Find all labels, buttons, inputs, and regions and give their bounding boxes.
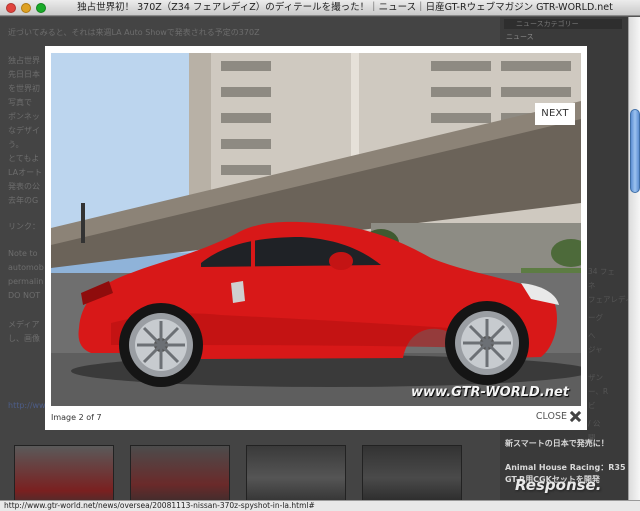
lightbox-photo[interactable]: NEXT www.GTR-WORLD.net [51,53,581,406]
window-zoom-button[interactable] [36,3,46,13]
article-line: DO NOT [8,291,41,300]
thumbnail[interactable] [362,445,462,500]
window-minimize-button[interactable] [21,3,31,13]
article-line: automob [8,263,44,272]
photo-watermark: www.GTR-WORLD.net [411,385,569,400]
article-line: を世界初 [8,84,40,93]
article-line: 去年のG [8,196,39,205]
article-line: ポンネッ [8,112,40,121]
sidebar-header: ニュースカテゴリー [504,19,622,29]
image-counter: Image 2 of 7 [51,413,102,422]
article-line: 先日日本 [8,70,40,79]
lightbox-dialog: NEXT www.GTR-WORLD.net Image 2 of 7 CLOS… [45,46,587,430]
article-line: なデザイ [8,126,40,135]
article-line: permalin [8,277,44,286]
sidebar-item[interactable]: ザン [588,372,603,383]
car-photo-illustration [51,53,581,406]
sidebar-item-highlight[interactable]: 新スマートの日本で発売に！ [505,438,609,449]
sidebar-item[interactable]: ビ [588,400,596,411]
article-line: う。 [8,140,24,149]
sidebar-item[interactable]: フェアレディ [588,294,632,305]
sidebar-item[interactable]: ーグ [588,312,603,323]
article-line: LAオート [8,168,43,177]
article-line: とてもよ [8,154,40,163]
article-line: Note to [8,249,38,258]
article-line: し、画像 [8,334,40,343]
close-icon [570,411,581,422]
thumbnail[interactable] [14,445,114,500]
scrollbar-thumb[interactable] [630,109,640,193]
next-button[interactable]: NEXT [535,103,575,125]
vertical-scrollbar[interactable] [628,17,640,500]
sidebar-item[interactable]: ネ [588,280,596,291]
sidebar-item-highlight[interactable]: Animal House Racing：R35 [505,462,626,473]
article-line: 発表の公 [8,182,40,191]
window-title: 独占世界初！ 370Z（Z34 フェアレディZ）のディテールを撮った！｜ニュース… [77,2,613,13]
sidebar-item[interactable]: ー、R [588,386,608,397]
thumbnail[interactable] [130,445,230,500]
article-line: 独占世界 [8,56,40,65]
sidebar-item[interactable]: ジャ [588,344,603,355]
sidebar-item[interactable]: 34 フェ [588,266,615,277]
article-line: 写真で [8,98,32,107]
response-logo: Response. [515,476,602,494]
close-label: CLOSE [535,411,567,422]
thumbnail[interactable] [246,445,346,500]
window-titlebar: 独占世界初！ 370Z（Z34 フェアレディZ）のディテールを撮った！｜ニュース… [0,0,640,16]
article-line: リンク： [8,222,40,231]
article-line: メディア [8,320,40,329]
sidebar-item[interactable]: / 公 [588,418,600,429]
status-bar: http://www.gtr-world.net/news/oversea/20… [0,500,640,511]
article-line: 近づいてみると、それは来週LA Auto Showで発表される予定の370Z [8,28,260,37]
window-close-button[interactable] [6,3,16,13]
close-button[interactable]: CLOSE [536,410,581,424]
sidebar-section-label: ニュース [506,33,534,41]
sidebar-item[interactable]: へ [588,330,596,341]
